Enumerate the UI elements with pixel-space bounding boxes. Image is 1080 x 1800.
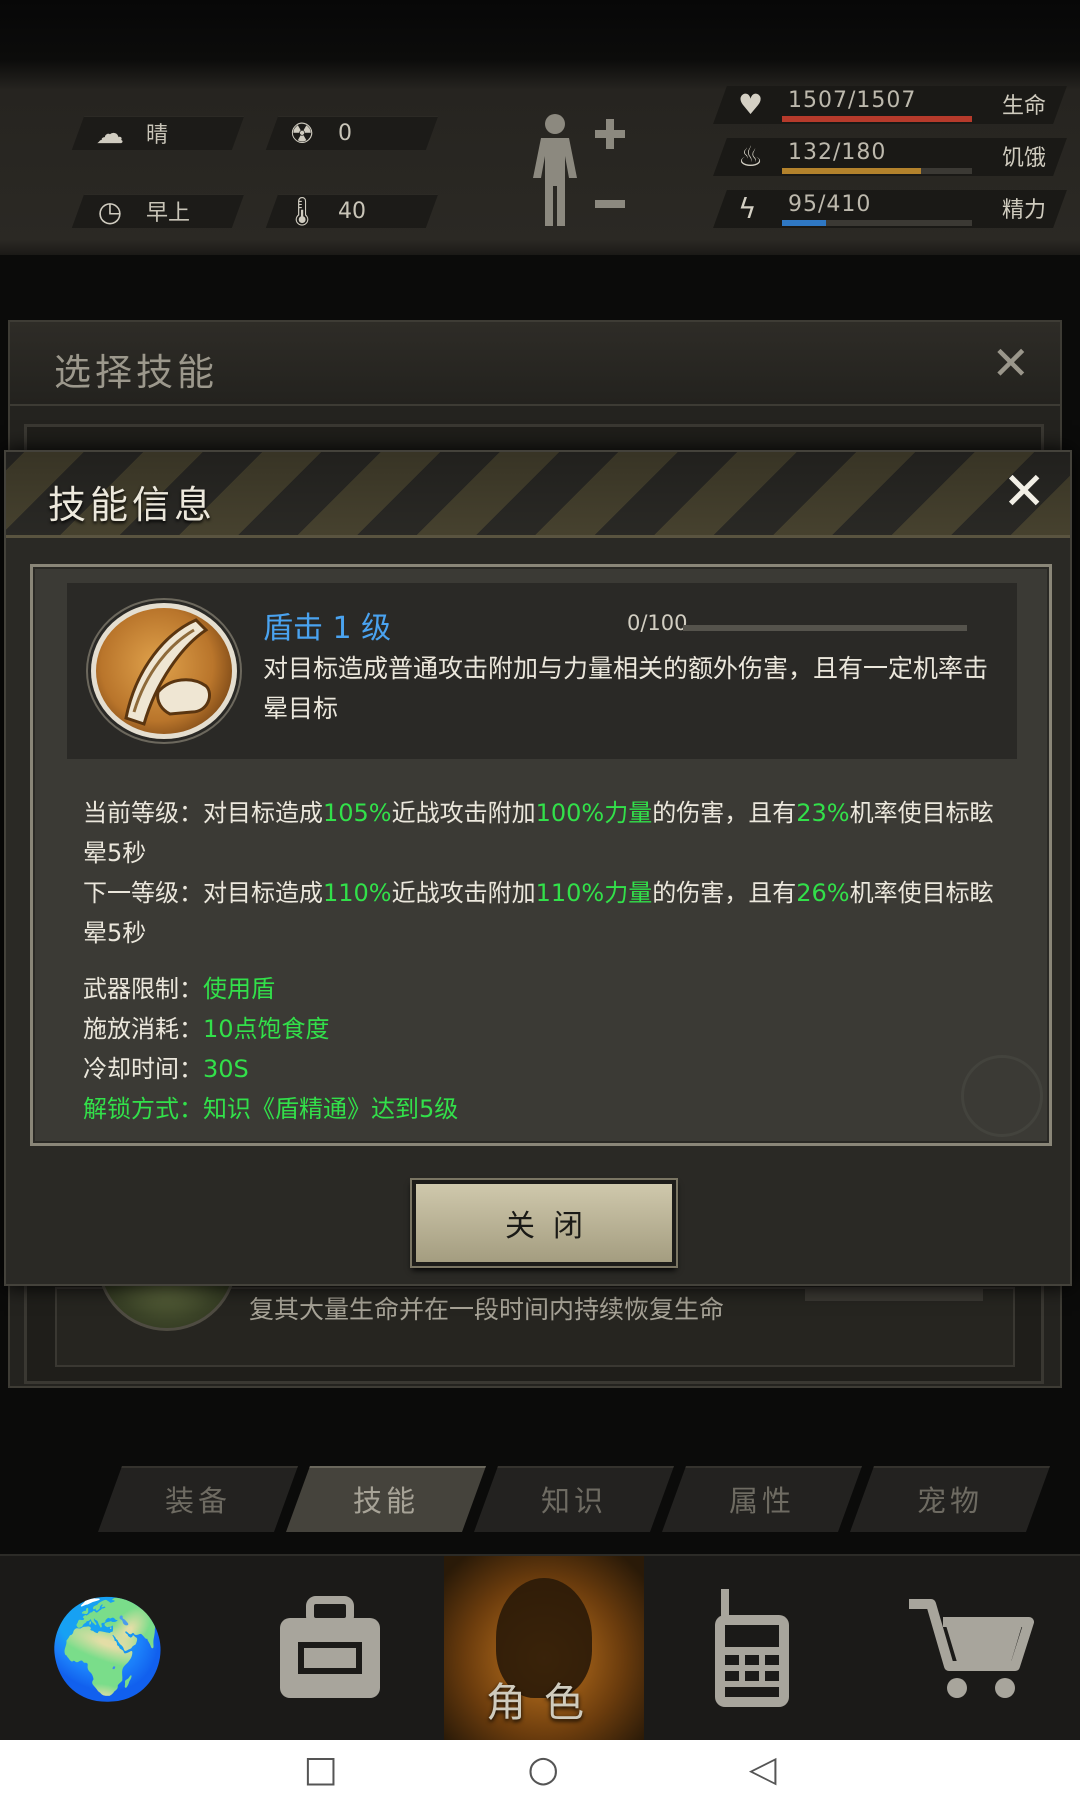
nav-map[interactable]: 🌍	[0, 1556, 216, 1742]
nav-shop[interactable]	[860, 1556, 1080, 1742]
stomach-icon: ♨	[738, 140, 764, 173]
energy-label: 精力	[1001, 198, 1046, 223]
close-button[interactable]: 关闭	[412, 1180, 676, 1266]
energy-value: 95/410	[788, 192, 872, 217]
cloud-sun-icon: ☁	[96, 116, 124, 150]
skill-item-description: 复其大量生命并在一段时间内持续恢复生命	[249, 1295, 725, 1324]
time-status: ◷ 早上	[90, 194, 190, 228]
recent-apps-icon[interactable]: □	[303, 1752, 337, 1788]
tab-attributes-label: 属性	[728, 1484, 795, 1518]
heart-icon: ♥	[738, 88, 764, 121]
cart-icon	[909, 1599, 1034, 1698]
radiation-status: ☢ 0	[282, 116, 352, 150]
skill-progress-text: 0/100	[627, 611, 688, 635]
skill-progress-bar	[683, 625, 967, 631]
thermometer-icon: 🌡	[284, 194, 320, 228]
hunger-bar	[782, 168, 972, 174]
health-label: 生命	[1001, 94, 1046, 119]
nav-radio[interactable]	[644, 1556, 860, 1742]
skill-meta: 武器限制：使用盾 施放消耗：10点饱食度 冷却时间：30S 解锁方式：知识《盾精…	[83, 969, 883, 1129]
home-icon[interactable]: ○	[527, 1752, 558, 1788]
time-label: 早上	[146, 201, 191, 226]
temperature-status: 🌡 40	[282, 194, 366, 228]
health-bar	[782, 116, 972, 122]
minus-icon	[595, 200, 625, 208]
health-stat: ♥ 1507/1507 生命	[713, 86, 1067, 126]
select-skill-title-bar: 选择技能 ✕	[10, 322, 1060, 406]
skill-info-title-bar: 技能信息 ✕	[6, 452, 1070, 538]
radio-icon	[715, 1589, 789, 1707]
energy-icon: ϟ	[738, 192, 757, 225]
tab-knowledge-label: 知识	[540, 1484, 607, 1518]
skill-info-panel: 盾击 1 级 0/100 对目标造成普通攻击附加与力量相关的额外伤害，且有一定机…	[30, 564, 1052, 1146]
skill-info-title: 技能信息	[48, 483, 217, 527]
radiation-icon: ☢	[289, 116, 315, 150]
select-skill-title: 选择技能	[54, 351, 218, 394]
weather-label: 晴	[146, 123, 169, 148]
hunger-stat: ♨ 132/180 饥饿	[713, 138, 1067, 178]
skill-info-dialog: 技能信息 ✕ 盾击 1 级 0/100 对目标造成普通攻击附加与力量相关的额外伤…	[4, 450, 1072, 1286]
back-icon[interactable]: ◁	[749, 1752, 777, 1788]
skill-name: 盾击 1 级	[263, 611, 392, 646]
temperature-value: 40	[338, 198, 366, 224]
body-status-button[interactable]	[525, 112, 635, 242]
radiation-value: 0	[338, 120, 352, 146]
skill-info-close-icon[interactable]: ✕	[1002, 466, 1046, 518]
globe-icon: 🌍	[48, 1593, 168, 1705]
level-details: 当前等级：对目标造成105%近战攻击附加100%力量的伤害，且有23%机率使目标…	[83, 793, 1003, 953]
plus-icon	[595, 119, 625, 149]
cost-row: 施放消耗：10点饱食度	[83, 1015, 330, 1043]
tab-equipment-label: 装备	[164, 1484, 231, 1518]
nav-character[interactable]: 角色	[444, 1556, 644, 1742]
bottom-navigation: 🌍 角色	[0, 1554, 1080, 1742]
skill-item-button[interactable]	[805, 1289, 983, 1301]
energy-stat: ϟ 95/410 精力	[713, 190, 1067, 230]
nav-character-label: 角色	[486, 1680, 602, 1726]
tab-skills-label: 技能	[352, 1484, 419, 1518]
status-hud: ☁ 晴 ☢ 0 ◷ 早上 🌡 40 ♥ 1507/1507 生命 ♨ 132/1…	[0, 0, 1080, 255]
unlock-row: 解锁方式：知识《盾精通》达到5级	[83, 1095, 459, 1123]
cooldown-row: 冷却时间：30S	[83, 1055, 249, 1083]
backpack-icon	[280, 1596, 380, 1698]
weapon-limit-row: 武器限制：使用盾	[83, 975, 275, 1003]
skill-description: 对目标造成普通攻击附加与力量相关的额外伤害，且有一定机率击晕目标	[263, 654, 989, 723]
weather-status: ☁ 晴	[90, 116, 168, 150]
nav-backpack[interactable]	[216, 1556, 444, 1742]
clock-icon: ◷	[97, 194, 123, 228]
tab-pets-label: 宠物	[916, 1484, 983, 1518]
current-level-text: 当前等级：对目标造成105%近战攻击附加100%力量的伤害，且有23%机率使目标…	[83, 799, 994, 867]
system-navigation-bar: □ ○ ◁	[0, 1740, 1080, 1800]
skill-header: 盾击 1 级 0/100 对目标造成普通攻击附加与力量相关的额外伤害，且有一定机…	[67, 583, 1017, 759]
list-item[interactable]: 复其大量生命并在一段时间内持续恢复生命	[55, 1251, 1015, 1367]
health-value: 1507/1507	[788, 88, 917, 113]
hunger-label: 饥饿	[1001, 146, 1046, 171]
radiation-watermark-icon	[961, 1055, 1043, 1137]
shield-bash-icon	[91, 603, 237, 739]
energy-bar	[782, 220, 972, 226]
character-tabs: 装备 技能 知识 属性 宠物	[97, 1466, 1070, 1536]
next-level-text: 下一等级：对目标造成110%近战攻击附加110%力量的伤害，且有26%机率使目标…	[83, 879, 994, 947]
select-skill-close-icon[interactable]: ✕	[991, 340, 1030, 386]
hunger-value: 132/180	[788, 140, 887, 165]
body-figure-icon	[533, 114, 577, 226]
